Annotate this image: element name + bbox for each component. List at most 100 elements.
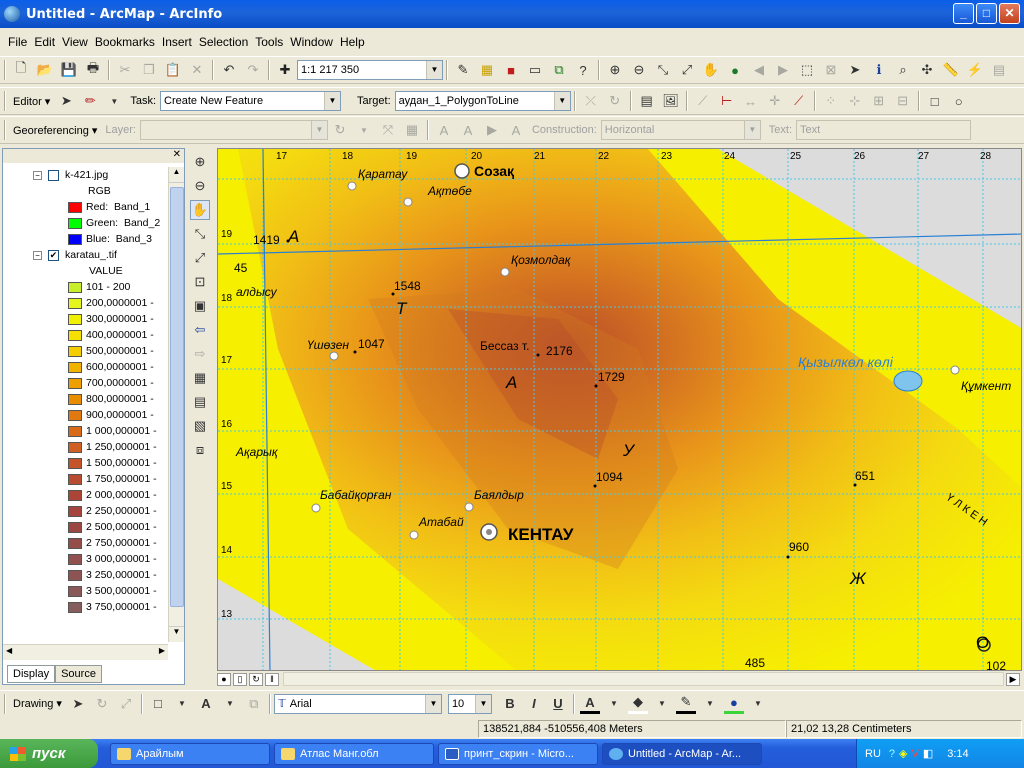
font-color-icon[interactable]: A: [579, 694, 600, 714]
text-select-icon[interactable]: A: [434, 120, 454, 140]
full-extent-icon[interactable]: ●: [725, 60, 745, 80]
tray-icon[interactable]: ◈: [899, 747, 907, 760]
font-size-combo[interactable]: 10 ▼: [447, 693, 492, 714]
marker-color-icon[interactable]: ●: [723, 694, 744, 714]
new-text-icon[interactable]: A: [196, 694, 216, 714]
fixed-zoom-out-icon[interactable]: ⤢: [190, 248, 210, 268]
line-color-icon[interactable]: ✎: [675, 694, 696, 714]
legend-class-row[interactable]: 3 500,000001 -: [3, 583, 168, 599]
task-combo[interactable]: Create New Feature ▼: [160, 91, 342, 111]
scroll-thumb[interactable]: [170, 187, 184, 607]
shape-dropdown-icon[interactable]: ▼: [172, 694, 192, 714]
legend-class-row[interactable]: 3 000,000001 -: [3, 551, 168, 567]
find-icon[interactable]: ⌕: [893, 60, 913, 80]
model-builder-icon[interactable]: ⧉: [549, 60, 569, 80]
legend-class-row[interactable]: 2 750,000001 -: [3, 535, 168, 551]
error-inspector-icon[interactable]: ⊞: [869, 91, 889, 111]
circle-tool-icon[interactable]: ○: [949, 91, 969, 111]
toc-vertical-scrollbar[interactable]: ▲ ▼: [168, 167, 184, 642]
print-icon[interactable]: 🖶: [83, 60, 103, 80]
legend-class-row[interactable]: 900,0000001 -: [3, 407, 168, 423]
language-indicator[interactable]: RU: [865, 748, 881, 760]
layer-visibility-checkbox[interactable]: ✔: [48, 249, 59, 261]
open-folder-icon[interactable]: 📂: [35, 60, 55, 80]
menu-edit[interactable]: Edit: [34, 35, 55, 49]
pan-icon[interactable]: ✋: [190, 200, 210, 220]
forward-extent-icon[interactable]: ▶: [773, 60, 793, 80]
text-dropdown-icon[interactable]: ▼: [220, 694, 240, 714]
legend-class-row[interactable]: 101 - 200: [3, 279, 168, 295]
collapse-icon[interactable]: −: [33, 170, 42, 180]
fixed-zoom-out-icon[interactable]: ⤢: [677, 60, 697, 80]
fixed-zoom-in-icon[interactable]: ⤡: [190, 224, 210, 244]
tab-display[interactable]: Display: [7, 665, 56, 683]
cut-icon[interactable]: ✂: [115, 60, 135, 80]
legend-class-row[interactable]: 200,0000001 -: [3, 295, 168, 311]
antivirus-tray-icon[interactable]: V: [911, 748, 918, 760]
taskbar-item[interactable]: принт_скрин - Micro...: [438, 742, 598, 765]
close-button[interactable]: ✕: [999, 3, 1020, 24]
fill-color-icon[interactable]: ◆: [627, 694, 648, 714]
bold-button[interactable]: B: [500, 694, 520, 714]
limit-adjustment-icon[interactable]: ⟋: [789, 91, 809, 111]
legend-class-row[interactable]: 1 500,000001 -: [3, 455, 168, 471]
drawing-menu[interactable]: Drawing ▾: [13, 697, 62, 710]
rectangle-tool-icon[interactable]: □: [925, 91, 945, 111]
command-line-icon[interactable]: ▭: [525, 60, 545, 80]
identify-icon[interactable]: ℹ: [869, 60, 889, 80]
hyperlink-icon[interactable]: ⚡: [965, 60, 985, 80]
view-link-table-icon[interactable]: ▦: [402, 120, 422, 140]
menu-selection[interactable]: Selection: [199, 35, 248, 49]
layer-karatau[interactable]: − ✔ karatau_.tif: [3, 247, 168, 263]
attributes-icon[interactable]: ▤: [637, 91, 657, 111]
legend-class-row[interactable]: 1 250,000001 -: [3, 439, 168, 455]
legend-class-row[interactable]: 2 250,000001 -: [3, 503, 168, 519]
legend-class-row[interactable]: 800,0000001 -: [3, 391, 168, 407]
editor-menu[interactable]: Editor ▾: [13, 95, 50, 108]
text-arrow-icon[interactable]: ▶: [482, 120, 502, 140]
legend-class-row[interactable]: 1 000,000001 -: [3, 423, 168, 439]
collapse-icon[interactable]: −: [33, 250, 42, 260]
layer-visibility-checkbox[interactable]: [48, 169, 59, 181]
start-button[interactable]: пуск: [0, 739, 98, 768]
add-data-icon[interactable]: ✚: [275, 60, 295, 80]
zoom-out-icon[interactable]: ⊖: [190, 176, 210, 196]
select-elements-icon[interactable]: ➤: [845, 60, 865, 80]
zoom-out-icon[interactable]: ⊖: [629, 60, 649, 80]
sketch-properties-icon[interactable]: 🖼: [661, 91, 681, 111]
scroll-right-icon[interactable]: ▶: [1006, 672, 1020, 686]
marker-color-dropdown-icon[interactable]: ▼: [748, 694, 768, 714]
back-extent-icon[interactable]: ◀: [749, 60, 769, 80]
fill-color-dropdown-icon[interactable]: ▼: [652, 694, 672, 714]
rectangle-icon[interactable]: □: [148, 694, 168, 714]
paste-icon[interactable]: 📋: [163, 60, 183, 80]
pause-drawing-icon[interactable]: ‖: [265, 672, 279, 686]
layout-view-icon[interactable]: ▯: [233, 672, 247, 686]
legend-class-row[interactable]: 400,0000001 -: [3, 327, 168, 343]
taskbar-item[interactable]: Атлас Манг.обл: [274, 742, 434, 765]
construction-combo[interactable]: Horizontal ▼: [600, 120, 761, 140]
select-features-icon[interactable]: ⬚: [797, 60, 817, 80]
editor-toolbar-icon[interactable]: ✎: [453, 60, 473, 80]
topology-edit-icon[interactable]: ⁘: [821, 91, 841, 111]
toc-horizontal-scrollbar[interactable]: ◀ ▶: [3, 644, 168, 660]
legend-class-row[interactable]: 600,0000001 -: [3, 359, 168, 375]
rotate-georef-icon[interactable]: ↻: [330, 120, 350, 140]
add-control-points-icon[interactable]: ⤧: [378, 120, 398, 140]
new-document-icon[interactable]: 🗋: [11, 60, 31, 80]
legend-class-row[interactable]: 300,0000001 -: [3, 311, 168, 327]
zoom-100-icon[interactable]: ▣: [190, 296, 210, 316]
menu-view[interactable]: View: [62, 35, 88, 49]
data-view-icon[interactable]: ●: [217, 672, 231, 686]
scroll-up-icon[interactable]: ▲: [169, 167, 184, 183]
georeferencing-menu[interactable]: Georeferencing ▾: [13, 124, 97, 137]
link-tool-icon[interactable]: ⊢: [717, 91, 737, 111]
text-field[interactable]: Text: [796, 120, 972, 140]
edit-vertices-icon[interactable]: ⧉: [244, 694, 264, 714]
map-frame[interactable]: 17 18 19 20 21 22 23 24 25 26 27 28 19 1…: [217, 148, 1022, 671]
menu-file[interactable]: File: [8, 35, 27, 49]
legend-class-row[interactable]: 2 000,000001 -: [3, 487, 168, 503]
speaker-icon[interactable]: ◧: [923, 747, 933, 760]
new-displacement-link-icon[interactable]: ↔: [741, 91, 761, 111]
layer-k421[interactable]: − k-421.jpg: [3, 167, 168, 183]
